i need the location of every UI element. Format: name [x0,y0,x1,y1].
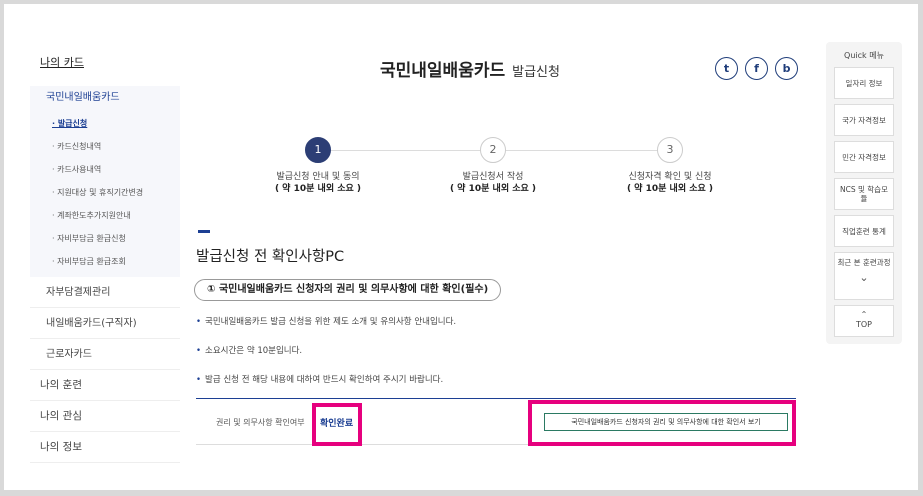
top-button[interactable]: ⌃ TOP [834,305,894,337]
note-2-text: 소요시간은 약 10분입니다. [205,346,303,356]
step-3-label: 신청자격 확인 및 신청 [628,172,712,182]
sidebar-subitem-apply-history[interactable]: · 카드신청내역 [30,135,180,158]
quick-menu-title: Quick 메뉴 [844,51,884,60]
chevron-up-icon: ⌃ [860,310,868,319]
sidebar-item-my-card[interactable]: 나의 카드 [30,50,180,76]
sidebar-submenu: · 발급신청 · 카드신청내역 · 카드사용내역 · 지원대상 및 휴직기간변경… [30,110,180,277]
step-3-number: 3 [657,137,683,163]
chevron-down-icon: ⌄ [859,271,869,284]
note-3-text: 발급 신청 전 해당 내용에 대하여 반드시 확인하여 주시기 바랍니다. [205,375,444,385]
sidebar-subitem-apply[interactable]: · 발급신청 [30,112,180,135]
note-1-text: 국민내일배움카드 발급 신청을 위한 제도 소개 및 유의사항 안내입니다. [205,317,457,327]
sidebar-subitem-limit-support[interactable]: · 계좌한도추가지원안내 [30,204,180,227]
view-confirmation-button[interactable]: 국민내일배움카드 신청자의 권리 및 의무사항에 대한 확인서 보기 [544,413,788,431]
top-label: TOP [855,320,872,329]
sidebar-item-payment[interactable]: 자부담결제관리 [30,277,180,308]
sidebar-item-worker-card[interactable]: 근로자카드 [30,339,180,370]
step-1-time: ( 약 10분 내외 소요 ) [274,184,362,194]
quick-private-cert[interactable]: 민간 자격정보 [834,141,894,173]
step-2-label: 발급신청서 작성 [462,172,524,182]
sidebar-item-card-head[interactable]: 국민내일배움카드 [30,86,180,110]
sidebar-subitem-refund-apply[interactable]: · 자비부담금 환급신청 [30,227,180,250]
step-1-number: 1 [305,137,331,163]
sidebar-subitem-refund-view[interactable]: · 자비부담금 환급조회 [30,250,180,273]
sidebar-item-my-training[interactable]: 나의 훈련 [30,370,180,401]
page-title-sub: 발급신청 [512,65,560,80]
highlight-status-box [312,403,362,446]
step-3-time: ( 약 10분 내외 소요 ) [626,184,714,194]
quick-menu: Quick 메뉴 일자리 정보 국가 자격정보 민간 자격정보 NCS 및 학습… [826,42,902,344]
quick-recent-courses[interactable]: 최근 본 훈련과정 ⌄ [834,252,894,300]
bullet-icon: • [196,346,202,356]
note-2: • 소요시간은 약 10분입니다. [196,344,302,356]
step-1: 1 발급신청 안내 및 동의 ( 약 10분 내외 소요 ) [243,137,393,196]
bullet-icon: • [196,375,202,385]
sidebar-subitem-eligibility-change[interactable]: · 지원대상 및 휴직기간변경 [30,181,180,204]
blog-icon[interactable]: b [775,57,798,80]
sidebar: 나의 카드 국민내일배움카드 · 발급신청 · 카드신청내역 · 카드사용내역 … [30,50,180,463]
bullet-icon: • [196,317,202,327]
quick-recent-label: 최근 본 훈련과정 [837,258,891,267]
sidebar-item-jobseeker-card[interactable]: 내일배움카드(구직자) [30,308,180,339]
note-3: • 발급 신청 전 해당 내용에 대하여 반드시 확인하여 주시기 바랍니다. [196,373,443,385]
page-title-main: 국민내일배움카드 [380,61,506,81]
sidebar-item-my-info[interactable]: 나의 정보 [30,432,180,463]
quick-training-stats[interactable]: 직업훈련 통계 [834,215,894,247]
share-buttons: t f b [715,57,798,80]
confirm-label: 권리 및 의무사항 확인여부 [216,418,305,427]
step-2: 2 발급신청서 작성 ( 약 10분 내외 소요 ) [418,137,568,196]
section-accent-bar [198,230,210,233]
facebook-icon[interactable]: f [745,57,768,80]
sidebar-subitem-usage-history[interactable]: · 카드사용내역 [30,158,180,181]
quick-national-cert[interactable]: 국가 자격정보 [834,104,894,136]
section-pill-heading: ① 국민내일배움카드 신청자의 권리 및 의무사항에 대한 확인(필수) [194,279,502,301]
page-title: 국민내일배움카드 발급신청 [380,56,560,81]
step-2-number: 2 [480,137,506,163]
step-1-label: 발급신청 안내 및 동의 [276,172,360,182]
quick-ncs-module[interactable]: NCS 및 학습모듈 [834,178,894,210]
section-title: 발급신청 전 확인사항PC [196,249,345,265]
note-1: • 국민내일배움카드 발급 신청을 위한 제도 소개 및 유의사항 안내입니다. [196,315,456,327]
sidebar-item-my-interest[interactable]: 나의 관심 [30,401,180,432]
quick-job-info[interactable]: 일자리 정보 [834,67,894,99]
step-2-time: ( 약 10분 내외 소요 ) [449,184,537,194]
twitter-icon[interactable]: t [715,57,738,80]
step-3: 3 신청자격 확인 및 신청 ( 약 10분 내외 소요 ) [595,137,745,196]
